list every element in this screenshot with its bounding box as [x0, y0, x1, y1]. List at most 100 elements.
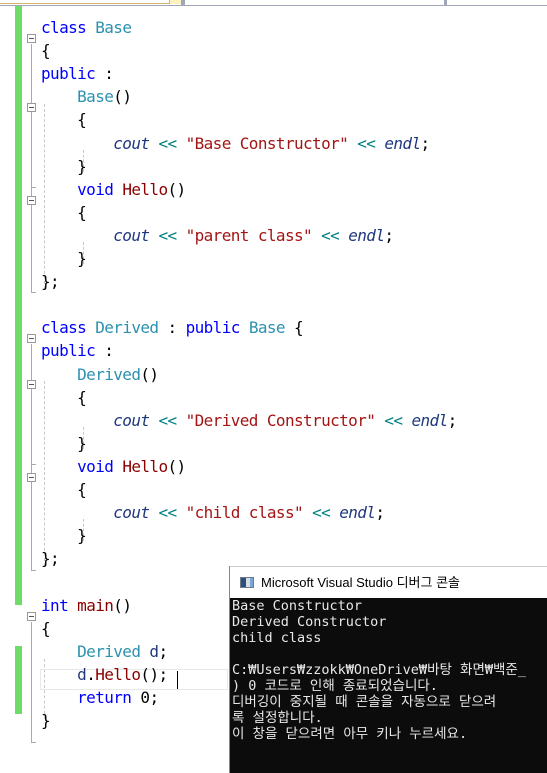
code-token: { — [41, 618, 51, 638]
code-line[interactable]: cout << "Base Constructor" << endl; — [41, 132, 430, 155]
code-token: public — [41, 64, 96, 84]
code-line[interactable]: { — [41, 617, 51, 640]
code-token: () — [113, 87, 132, 107]
code-token: cout — [113, 225, 150, 245]
collapse-icon[interactable] — [27, 196, 36, 205]
code-line[interactable]: class Derived : public Base { — [41, 316, 304, 339]
code-token: return — [77, 687, 132, 707]
code-token: Hello — [122, 179, 168, 199]
code-line[interactable]: cout << "parent class" << endl; — [41, 224, 394, 247]
code-line[interactable]: public : — [41, 339, 114, 362]
code-token: ; — [375, 503, 385, 523]
code-line[interactable]: void Hello() — [41, 455, 186, 478]
code-line[interactable]: } — [41, 155, 87, 178]
change-marker — [15, 646, 22, 714]
code-token: void — [77, 456, 114, 476]
code-line[interactable]: cout << "Derived Constructor" << endl; — [41, 409, 457, 432]
code-line[interactable]: cout << "child class" << endl; — [41, 501, 385, 524]
code-token: ; — [158, 641, 168, 661]
tab-separator — [444, 0, 447, 5]
code-token: Base — [95, 18, 132, 37]
code-token: } — [41, 526, 87, 546]
code-token: endl — [348, 225, 385, 245]
code-line[interactable]: { — [41, 386, 87, 409]
code-line[interactable]: d.Hello(); — [41, 663, 168, 686]
collapse-icon[interactable] — [27, 473, 36, 482]
code-line[interactable]: } — [41, 247, 87, 270]
code-line[interactable]: Base() — [41, 85, 132, 108]
code-token: "parent class" — [185, 225, 313, 245]
code-token: << — [321, 225, 340, 245]
code-token: cout — [113, 133, 150, 153]
code-line[interactable]: } — [41, 709, 51, 732]
code-token: }; — [41, 272, 60, 292]
console-title-bar[interactable]: Microsoft Visual Studio 디버그 콘솔 — [230, 566, 547, 598]
code-line[interactable]: Derived d; — [41, 640, 168, 663]
code-token: : — [95, 64, 114, 84]
outline-guide — [31, 344, 32, 570]
code-line[interactable]: { — [41, 39, 51, 62]
code-token: void — [77, 179, 114, 199]
collapse-icon[interactable] — [27, 612, 36, 621]
code-line[interactable]: void Hello() — [41, 178, 186, 201]
code-line[interactable]: { — [41, 108, 87, 131]
code-line[interactable]: int main() — [41, 594, 132, 617]
code-token: Derived — [95, 318, 159, 338]
code-token: } — [41, 433, 87, 453]
code-token: << — [158, 410, 177, 430]
outline-guide-end — [31, 570, 36, 571]
code-token: { — [41, 110, 87, 130]
code-line[interactable]: { — [41, 201, 87, 224]
code-token: { — [41, 41, 51, 61]
code-token: Derived — [77, 364, 141, 384]
code-token: Base — [248, 318, 286, 338]
code-line[interactable]: return 0; — [41, 686, 159, 709]
collapse-icon[interactable] — [27, 103, 36, 112]
code-token: }; — [41, 549, 60, 569]
code-token: { — [41, 480, 87, 499]
code-token: ; — [384, 225, 394, 245]
text-caret — [177, 671, 178, 689]
debug-console-window[interactable]: Microsoft Visual Studio 디버그 콘솔 Base Cons… — [229, 566, 547, 773]
code-line[interactable]: } — [41, 432, 87, 455]
code-token: : — [95, 341, 114, 361]
code-line[interactable]: class Base — [41, 16, 132, 39]
code-token: << — [158, 133, 177, 153]
code-token: "child class" — [185, 503, 304, 523]
code-line[interactable]: } — [41, 524, 87, 547]
code-line[interactable]: }; — [41, 270, 60, 293]
console-window-icon — [240, 577, 254, 588]
outline-guide — [31, 622, 32, 742]
code-line[interactable]: }; — [41, 547, 60, 570]
code-line[interactable]: { — [41, 478, 87, 501]
change-marker — [15, 6, 22, 605]
collapse-icon[interactable] — [27, 334, 36, 343]
active-tab-underline[interactable] — [0, 0, 169, 4]
console-line: C:₩Users₩zzokk₩OneDrive₩바탕 화면₩백준_ — [232, 662, 526, 678]
code-line[interactable]: public : — [41, 62, 114, 85]
code-token: } — [41, 711, 51, 730]
code-token: << — [357, 133, 376, 153]
code-token: public — [41, 341, 96, 361]
code-line[interactable]: Derived() — [41, 363, 159, 386]
collapse-icon[interactable] — [27, 34, 36, 43]
collapse-icon[interactable] — [27, 380, 36, 389]
code-token: d — [77, 664, 87, 684]
code-token: : — [158, 318, 186, 338]
code-token: "Derived Constructor" — [185, 410, 376, 430]
